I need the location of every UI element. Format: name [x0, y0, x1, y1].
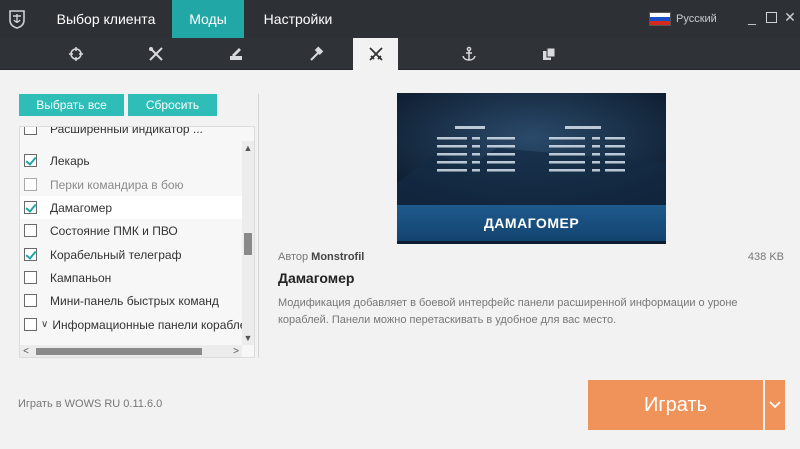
list-item-label: Дамагомер: [50, 200, 113, 215]
list-item-label: Состояние ПМК и ПВО: [50, 223, 178, 238]
category-anchor[interactable]: [446, 38, 491, 70]
list-item[interactable]: Перки командира в бою: [20, 173, 242, 196]
list-item[interactable]: Дамагомер: [20, 196, 242, 219]
chevron-down-icon: [769, 401, 781, 409]
tools-icon: [148, 47, 163, 61]
tab-client-select[interactable]: Выбор клиента: [40, 0, 172, 38]
horizontal-scrollbar[interactable]: < >: [20, 345, 242, 357]
scrollbar-thumb[interactable]: [244, 233, 252, 255]
scroll-up-icon[interactable]: ▲: [242, 141, 254, 155]
list-item[interactable]: Корабельный телеграф: [20, 243, 242, 266]
list-item-label: Перки командира в бою: [50, 177, 184, 192]
checkbox[interactable]: [24, 271, 37, 284]
anchor-icon: [461, 46, 476, 61]
list-item[interactable]: Расширенный индикатор ...: [20, 126, 242, 140]
tab-mods[interactable]: Моды: [172, 0, 244, 38]
checkbox[interactable]: [24, 318, 37, 331]
list-item-label: Расширенный индикатор ...: [50, 126, 203, 136]
play-dropdown-button[interactable]: [765, 380, 785, 430]
category-tools[interactable]: [133, 38, 178, 70]
mods-list: Расширенный индикатор ... Лекарь Перки к…: [19, 126, 255, 358]
tab-settings[interactable]: Настройки: [252, 0, 344, 38]
list-item-label: Корабельный телеграф: [50, 247, 182, 262]
minimize-button[interactable]: _: [744, 9, 760, 25]
russia-flag-icon: [649, 12, 671, 26]
scroll-left-icon[interactable]: <: [20, 345, 32, 357]
mod-author: Автор Monstrofil: [278, 251, 364, 263]
list-item[interactable]: ∨ Информационные панели корабле: [20, 313, 242, 336]
scrollbar-thumb[interactable]: [36, 348, 202, 355]
chevron-down-icon[interactable]: ∨: [41, 319, 48, 330]
category-copy[interactable]: [526, 38, 571, 70]
select-all-button[interactable]: Выбрать все: [19, 94, 124, 116]
minimize-icon: _: [748, 9, 756, 25]
category-battle[interactable]: [353, 38, 398, 70]
language-selector[interactable]: Русский: [649, 11, 717, 27]
checkbox[interactable]: [24, 201, 37, 214]
list-item-label: Мини-панель быстрых команд: [50, 293, 219, 308]
scroll-down-icon[interactable]: ▼: [242, 331, 254, 345]
hammer-icon: [309, 46, 323, 61]
mod-title: Дамагомер: [278, 270, 355, 286]
maximize-icon: [765, 12, 777, 23]
edit-icon: [229, 48, 242, 60]
list-item-label: Кампаньон: [50, 270, 112, 285]
category-edit[interactable]: [213, 38, 258, 70]
mod-preview-image: ДАМАГОМЕР: [397, 93, 666, 244]
language-label: Русский: [676, 13, 717, 25]
list-item-label: Лекарь: [50, 153, 90, 168]
game-version: Играть в WOWS RU 0.11.6.0: [18, 398, 163, 410]
mod-size: 438 KB: [747, 251, 784, 263]
category-hammer[interactable]: [293, 38, 338, 70]
maximize-button[interactable]: [763, 9, 779, 25]
preview-stats-graphic: [397, 93, 666, 205]
author-label: Автор: [278, 251, 309, 263]
checkbox[interactable]: [24, 127, 37, 135]
author-name: Monstrofil: [311, 251, 365, 263]
close-button[interactable]: ✕: [782, 9, 798, 25]
list-item[interactable]: Мини-панель быстрых команд: [20, 289, 242, 312]
vertical-scrollbar[interactable]: ▲ ▼: [242, 141, 254, 345]
checkbox[interactable]: [24, 154, 37, 167]
close-icon: ✕: [784, 9, 796, 25]
list-item[interactable]: Кампаньон: [20, 266, 242, 289]
crosshair-icon: [68, 47, 83, 61]
play-button[interactable]: Играть: [588, 380, 763, 430]
title-bar: Выбор клиента Моды Настройки Русский _ ✕: [0, 0, 800, 38]
scroll-right-icon[interactable]: >: [230, 345, 242, 357]
panel-divider: [258, 94, 259, 358]
mod-description: Модификация добавляет в боевой интерфейс…: [278, 297, 738, 326]
checkbox[interactable]: [24, 224, 37, 237]
checkbox[interactable]: [24, 178, 37, 191]
list-item[interactable]: Состояние ПМК и ПВО: [20, 219, 242, 242]
preview-banner: ДАМАГОМЕР: [397, 205, 666, 241]
checkbox[interactable]: [24, 248, 37, 261]
copy-icon: [542, 47, 555, 60]
list-item[interactable]: Лекарь: [20, 149, 242, 172]
reset-button[interactable]: Сбросить: [128, 94, 217, 116]
checkbox[interactable]: [24, 294, 37, 307]
list-item-label: Информационные панели корабле: [52, 317, 242, 332]
crossed-swords-icon: [368, 47, 383, 61]
category-crosshair[interactable]: [53, 38, 98, 70]
category-bar: [0, 38, 800, 70]
wows-logo-icon: [9, 10, 25, 29]
